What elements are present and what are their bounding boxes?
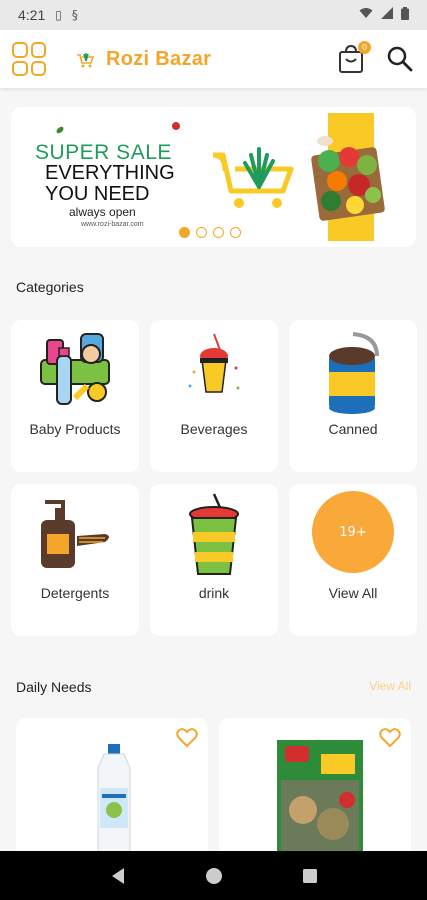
recents-icon[interactable] (302, 868, 318, 884)
heart-icon[interactable] (379, 728, 401, 748)
home-icon[interactable] (205, 867, 223, 885)
category-label: Baby Products (29, 421, 121, 437)
product-card[interactable] (16, 718, 208, 858)
canned-food-icon (329, 332, 379, 414)
status-bar: 4:21 ▯ § (0, 0, 427, 30)
category-view-all[interactable]: 19+ View All (289, 484, 417, 636)
cart-count-badge: 0 (358, 41, 371, 54)
status-time: 4:21 (18, 7, 46, 23)
banner-open-text: always open (69, 205, 136, 219)
category-drink[interactable]: drink (150, 484, 278, 636)
category-label: Beverages (180, 421, 248, 437)
banner-pagination[interactable] (179, 227, 241, 238)
rozi-bazar-logo-icon (77, 53, 95, 68)
categories-grid-icon[interactable] (12, 42, 46, 76)
baby-products-icon (40, 333, 110, 405)
search-icon[interactable] (385, 44, 415, 74)
banner-dot-1[interactable] (179, 227, 190, 238)
back-icon[interactable] (110, 867, 126, 885)
banner-dot-3[interactable] (213, 227, 224, 238)
category-count-circle: 19+ (312, 491, 394, 573)
category-label: drink (198, 585, 230, 601)
category-label: View All (328, 585, 378, 601)
category-label: Detergents (40, 585, 110, 601)
brand-name: Rozi Bazar (106, 47, 212, 70)
banner-dot-4[interactable] (230, 227, 241, 238)
wifi-icon (359, 7, 373, 23)
category-beverages[interactable]: Beverages (150, 320, 278, 472)
promo-banner[interactable]: SUPER SALE EVERYTHING YOU NEED always op… (11, 107, 416, 247)
daily-needs-title: Daily Needs (16, 679, 92, 695)
brand: Rozi Bazar (74, 48, 211, 71)
vegetable-basket-illustration (311, 136, 385, 221)
berry-decoration-icon (172, 122, 180, 130)
product-image (277, 740, 363, 858)
banner-url: www.rozi-bazar.com (81, 221, 144, 228)
banner-dot-2[interactable] (196, 227, 207, 238)
signal-icon (381, 7, 393, 23)
daily-needs-view-all-link[interactable]: View All (369, 679, 411, 693)
sim-icon: ▯ (55, 8, 62, 22)
categories-title: Categories (16, 279, 84, 295)
beverages-icon (188, 333, 240, 393)
category-baby-products[interactable]: Baby Products (11, 320, 139, 472)
app-bar: Rozi Bazar 0 (0, 30, 427, 88)
category-canned[interactable]: Canned (289, 320, 417, 472)
notification-icon: § (71, 8, 78, 22)
battery-icon (401, 6, 409, 24)
category-detergents[interactable]: Detergents (11, 484, 139, 636)
cart-logo-illustration (212, 147, 294, 208)
cart-button[interactable]: 0 (337, 41, 371, 75)
heart-icon[interactable] (176, 728, 198, 748)
category-label: Canned (328, 421, 378, 437)
product-image (97, 744, 131, 858)
drink-cup-icon (189, 493, 239, 575)
system-nav-bar (0, 851, 427, 900)
leaf-decoration-icon (56, 126, 64, 134)
detergents-icon (41, 500, 109, 568)
banner-subline: EVERYTHING YOU NEED (45, 162, 175, 205)
product-card[interactable] (219, 718, 411, 858)
